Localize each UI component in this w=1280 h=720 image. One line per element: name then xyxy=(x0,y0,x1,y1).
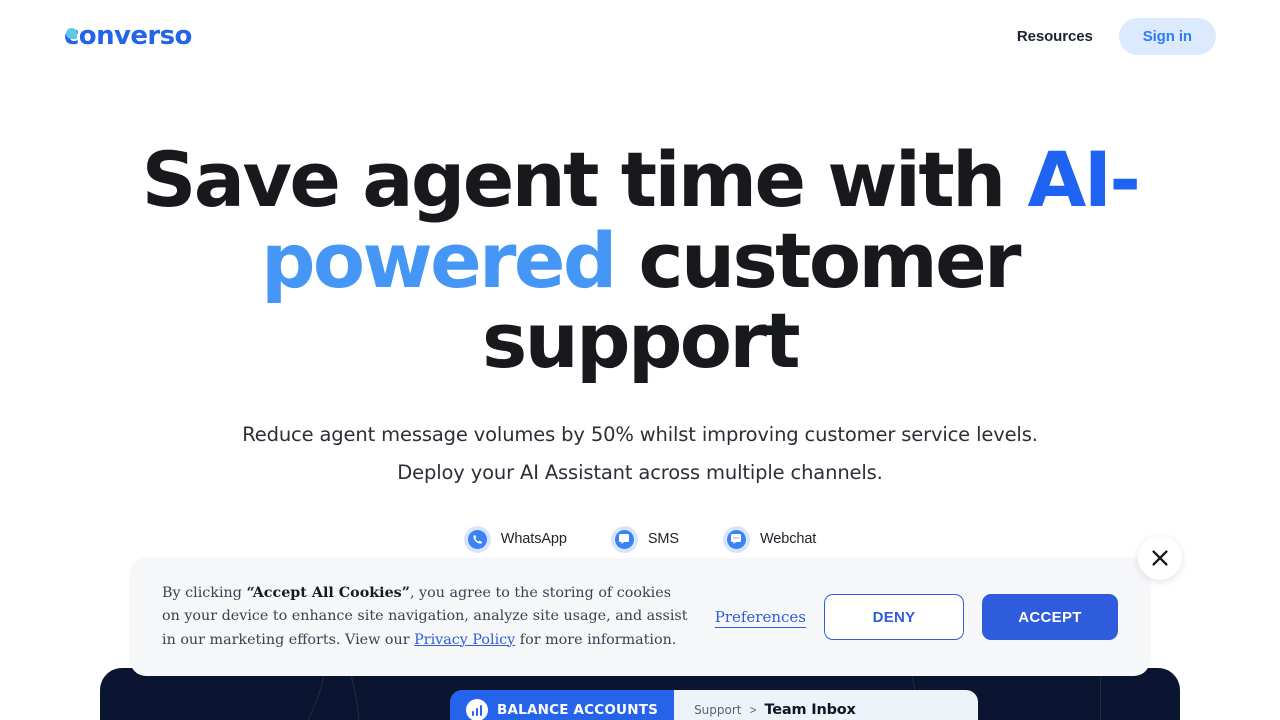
nav-item-resources[interactable]: Resources xyxy=(1017,28,1093,45)
channel-list: WhatsApp SMS Webchat xyxy=(0,525,1280,553)
accept-button[interactable]: ACCEPT xyxy=(982,594,1118,640)
cookie-text-lead: By clicking xyxy=(162,585,247,602)
speech-bubble-icon xyxy=(66,28,77,39)
site-header: converso Resources Sign in xyxy=(0,0,1280,72)
cookie-text-tail: for more information. xyxy=(515,631,677,648)
cookie-text-emphasis: “Accept All Cookies” xyxy=(246,585,410,602)
channel-label-webchat: Webchat xyxy=(759,531,817,548)
breadcrumb-separator-icon: > xyxy=(749,703,757,717)
brand-logo[interactable]: converso xyxy=(64,21,192,51)
preferences-link[interactable]: Preferences xyxy=(715,608,806,626)
headline-accent-powered: powered xyxy=(261,215,617,305)
breadcrumb-parent[interactable]: Support xyxy=(694,703,741,717)
headline-accent-ai: AI- xyxy=(1027,135,1140,224)
dashboard-topbar: BALANCE ACCOUNTS Support > Team Inbox xyxy=(450,690,978,720)
sms-icon xyxy=(610,525,638,553)
page-title: Save agent time with AI-powered customer… xyxy=(110,139,1170,382)
headline-part-1: Save agent time with xyxy=(141,135,1028,224)
deny-button[interactable]: DENY xyxy=(824,594,964,640)
whatsapp-icon xyxy=(463,525,491,553)
channel-item-sms[interactable]: SMS xyxy=(610,525,679,553)
channel-label-sms: SMS xyxy=(647,531,679,548)
dashboard-brand-label: BALANCE ACCOUNTS xyxy=(497,702,659,718)
cookie-actions: Preferences DENY ACCEPT xyxy=(715,594,1118,640)
breadcrumb-current: Team Inbox xyxy=(764,702,856,718)
hero-subheading: Reduce agent message volumes by 50% whil… xyxy=(242,422,1038,484)
primary-nav: Resources Sign in xyxy=(1017,17,1216,55)
sign-in-button[interactable]: Sign in xyxy=(1118,17,1216,55)
cookie-consent-text: By clicking “Accept All Cookies”, you ag… xyxy=(162,582,691,651)
privacy-policy-link[interactable]: Privacy Policy xyxy=(414,632,515,648)
bar-chart-icon xyxy=(466,699,488,720)
webchat-icon xyxy=(722,525,750,553)
channel-label-whatsapp: WhatsApp xyxy=(500,531,567,548)
channel-item-webchat[interactable]: Webchat xyxy=(722,525,817,553)
brand-name: converso xyxy=(64,21,192,51)
close-banner-button[interactable] xyxy=(1138,536,1182,580)
cookie-consent-banner: By clicking “Accept All Cookies”, you ag… xyxy=(130,536,1182,676)
close-icon xyxy=(1152,550,1168,566)
dashboard-brand: BALANCE ACCOUNTS xyxy=(450,690,675,720)
channel-item-whatsapp[interactable]: WhatsApp xyxy=(463,525,567,553)
breadcrumb: Support > Team Inbox xyxy=(674,690,978,720)
